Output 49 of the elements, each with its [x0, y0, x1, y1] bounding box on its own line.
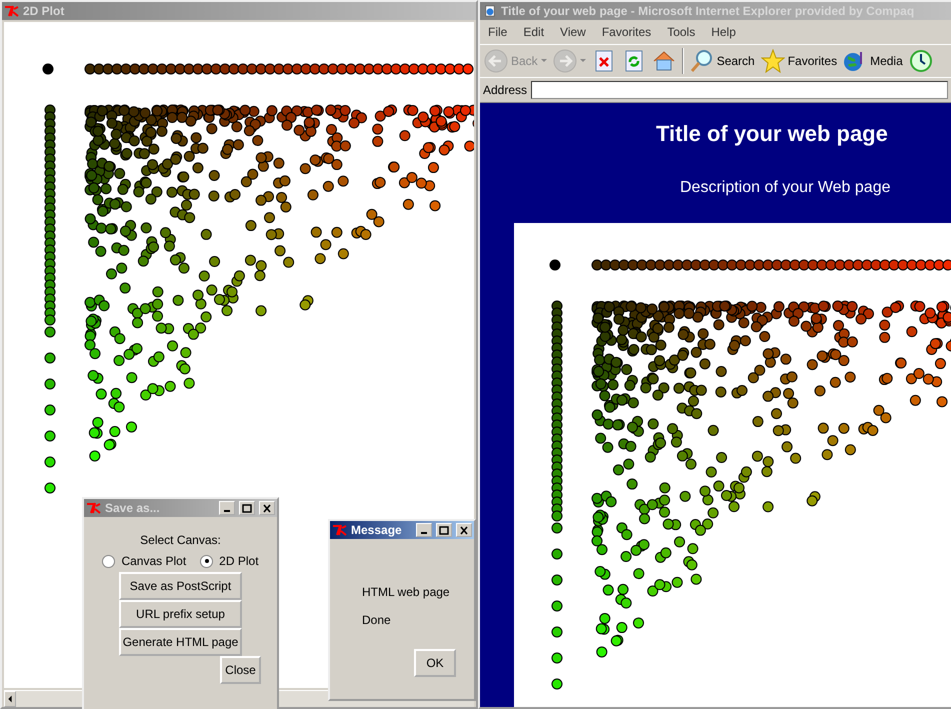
- prompt-label: Select Canvas:: [140, 533, 221, 547]
- radio-option[interactable]: Canvas Plot: [102, 554, 186, 568]
- address-field[interactable]: [531, 81, 948, 99]
- favorites-button[interactable]: Favorites: [760, 49, 838, 73]
- menu-item[interactable]: Edit: [515, 25, 552, 39]
- menu-item[interactable]: View: [552, 25, 594, 39]
- ok-button[interactable]: OK: [414, 649, 456, 677]
- page-description: Description of your Web page: [680, 179, 892, 197]
- home-icon: [652, 49, 676, 73]
- menu-item[interactable]: Favorites: [594, 25, 660, 39]
- radio-option[interactable]: 2D Plot: [200, 554, 259, 568]
- minimize-icon: [421, 532, 427, 534]
- message-text: Done: [362, 613, 392, 627]
- maximize-button[interactable]: [436, 523, 452, 537]
- page-heading: Title of your web page: [656, 121, 889, 147]
- minimize-icon: [224, 510, 230, 512]
- window-title: Message: [351, 523, 403, 537]
- radio-button[interactable]: [200, 554, 214, 568]
- home-button[interactable]: [652, 49, 676, 73]
- radio-button[interactable]: [102, 554, 116, 568]
- feather-logo-icon: [332, 524, 348, 536]
- close-button[interactable]: Close: [220, 656, 261, 684]
- maximize-icon: [439, 526, 449, 534]
- close-button[interactable]: [456, 523, 472, 537]
- feather-logo-icon: [4, 5, 20, 17]
- close-button[interactable]: [259, 501, 275, 515]
- window-title: 2D Plot: [23, 4, 64, 18]
- search-button[interactable]: Search: [690, 49, 755, 73]
- action-button[interactable]: Save as PostScript: [119, 572, 242, 600]
- clock-icon: [908, 49, 933, 73]
- window-title: Save as...: [105, 501, 161, 515]
- close-icon: [459, 526, 469, 534]
- close-icon: [262, 504, 272, 512]
- menu-item[interactable]: File: [480, 25, 516, 39]
- maximize-icon: [242, 504, 252, 512]
- search-icon: [690, 49, 714, 73]
- action-button[interactable]: Generate HTML page: [119, 628, 242, 656]
- history-button[interactable]: [908, 49, 933, 73]
- maximize-button[interactable]: [239, 501, 255, 515]
- media-button[interactable]: Media: [843, 49, 903, 73]
- address-label: Address: [483, 83, 528, 97]
- message-text: HTML web page: [362, 585, 451, 599]
- menu-item[interactable]: Tools: [659, 25, 704, 39]
- feather-logo-icon: [86, 502, 102, 514]
- minimize-button[interactable]: [416, 523, 432, 537]
- minimize-button[interactable]: [219, 501, 235, 515]
- action-button[interactable]: URL prefix setup: [119, 600, 242, 628]
- menu-item[interactable]: Help: [703, 25, 744, 39]
- star-icon: [760, 49, 785, 73]
